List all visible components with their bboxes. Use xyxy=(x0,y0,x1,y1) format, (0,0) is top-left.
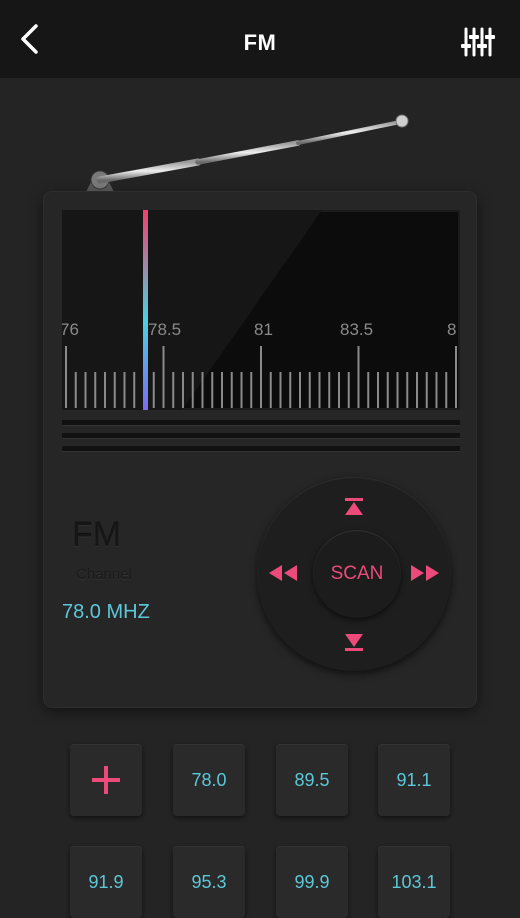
speaker-grill-line xyxy=(62,446,460,452)
app-bar: FM xyxy=(0,0,520,78)
dial-label-81: 81 xyxy=(254,320,273,339)
channel-label: Channel xyxy=(76,566,132,583)
dial-label-76: 76 xyxy=(62,320,79,339)
equalizer-icon xyxy=(461,27,495,57)
equalizer-button[interactable] xyxy=(460,26,496,58)
tuning-indicator[interactable] xyxy=(143,210,148,410)
preset-button[interactable]: 99.9 xyxy=(276,846,348,918)
dial-label-83-5: 83.5 xyxy=(340,320,373,339)
preset-button[interactable]: 78.0 xyxy=(173,744,245,816)
dial-label-8: 8 xyxy=(447,320,456,339)
skip-down-button[interactable] xyxy=(339,627,369,657)
frequency-readout: 78.0 MHZ xyxy=(62,601,150,623)
preset-button[interactable]: 91.1 xyxy=(378,744,450,816)
skip-down-icon xyxy=(345,634,363,651)
preset-button[interactable]: 103.1 xyxy=(378,846,450,918)
skip-up-icon xyxy=(345,498,363,515)
fast-forward-button[interactable] xyxy=(408,558,442,588)
dial-label-78-5: 78.5 xyxy=(148,320,181,339)
preset-button[interactable]: 89.5 xyxy=(276,744,348,816)
page-title: FM xyxy=(243,30,277,55)
rewind-button[interactable] xyxy=(266,558,300,588)
fast-forward-icon xyxy=(411,565,439,581)
scan-button[interactable]: SCAN xyxy=(313,530,401,618)
band-label: FM xyxy=(72,516,122,554)
speaker-grill-line xyxy=(62,420,460,426)
antenna-icon xyxy=(86,114,409,192)
add-preset-button[interactable] xyxy=(70,744,142,816)
preset-button[interactable]: 91.9 xyxy=(70,846,142,918)
preset-button[interactable]: 95.3 xyxy=(173,846,245,918)
plus-icon xyxy=(92,766,120,794)
speaker-grill-line xyxy=(62,433,460,439)
tuning-dial[interactable]: 76 78.5 81 83.5 8 xyxy=(62,210,460,410)
rewind-icon xyxy=(269,565,297,581)
skip-up-button[interactable] xyxy=(339,492,369,522)
